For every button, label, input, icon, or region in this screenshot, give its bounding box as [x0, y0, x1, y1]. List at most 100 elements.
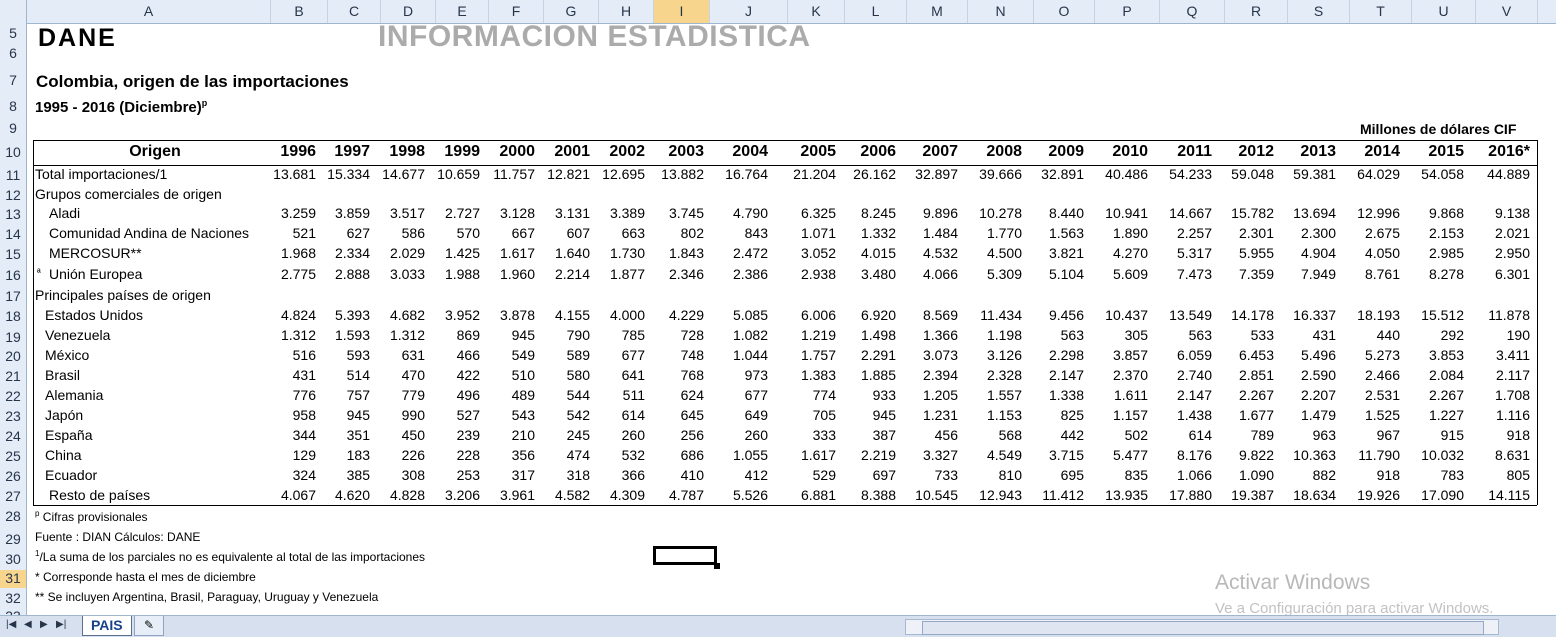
data-cell[interactable]: 4.904: [1276, 245, 1336, 261]
data-cell[interactable]: 39.666: [962, 166, 1022, 182]
data-cell[interactable]: 4.000: [585, 307, 645, 323]
data-cell[interactable]: 12.943: [962, 487, 1022, 503]
data-cell[interactable]: 1.988: [420, 266, 480, 282]
data-cell[interactable]: 6.301: [1470, 266, 1530, 282]
data-cell[interactable]: 183: [310, 447, 370, 463]
data-cell[interactable]: 385: [310, 467, 370, 483]
data-cell[interactable]: 366: [585, 467, 645, 483]
data-cell[interactable]: 16.764: [708, 166, 768, 182]
data-cell[interactable]: 2.950: [1470, 245, 1530, 261]
data-cell[interactable]: 6.881: [776, 487, 836, 503]
data-cell[interactable]: 6.325: [776, 205, 836, 221]
data-cell[interactable]: 10.437: [1088, 307, 1148, 323]
data-cell[interactable]: 5.273: [1340, 347, 1400, 363]
data-cell[interactable]: 13.694: [1276, 205, 1336, 221]
data-cell[interactable]: 15.782: [1214, 205, 1274, 221]
data-cell[interactable]: 1.055: [708, 447, 768, 463]
data-cell[interactable]: 1.227: [1404, 407, 1464, 423]
data-cell[interactable]: 1.593: [310, 327, 370, 343]
data-cell[interactable]: 1.338: [1024, 387, 1084, 403]
data-cell[interactable]: 474: [530, 447, 590, 463]
data-cell[interactable]: 12.996: [1340, 205, 1400, 221]
data-cell[interactable]: 4.229: [644, 307, 704, 323]
data-cell[interactable]: 11.412: [1024, 487, 1084, 503]
data-cell[interactable]: 9.138: [1470, 205, 1530, 221]
data-cell[interactable]: 6.006: [776, 307, 836, 323]
data-cell[interactable]: 305: [1088, 327, 1148, 343]
column-header-m[interactable]: M: [907, 0, 968, 23]
data-cell[interactable]: 8.761: [1340, 266, 1400, 282]
data-cell[interactable]: 13.882: [644, 166, 704, 182]
data-cell[interactable]: 768: [644, 367, 704, 383]
scrollbar-thumb[interactable]: [922, 621, 1484, 635]
data-cell[interactable]: 450: [365, 427, 425, 443]
data-cell[interactable]: 7.359: [1214, 266, 1274, 282]
prev-sheet-icon[interactable]: ◀: [24, 619, 32, 630]
data-cell[interactable]: 440: [1340, 327, 1400, 343]
data-cell[interactable]: 1.563: [1024, 225, 1084, 241]
data-cell[interactable]: 882: [1276, 467, 1336, 483]
last-sheet-icon[interactable]: ▶|: [56, 619, 66, 630]
data-cell[interactable]: 13.681: [256, 166, 316, 182]
data-cell[interactable]: 3.952: [420, 307, 480, 323]
data-cell[interactable]: 677: [708, 387, 768, 403]
data-cell[interactable]: 593: [310, 347, 370, 363]
data-cell[interactable]: 1.312: [256, 327, 316, 343]
data-cell[interactable]: 705: [776, 407, 836, 423]
data-cell[interactable]: 3.128: [475, 205, 535, 221]
data-cell[interactable]: 3.715: [1024, 447, 1084, 463]
data-cell[interactable]: 869: [420, 327, 480, 343]
data-cell[interactable]: 1.498: [836, 327, 896, 343]
data-cell[interactable]: 2.938: [776, 266, 836, 282]
data-cell[interactable]: 2.214: [530, 266, 590, 282]
data-cell[interactable]: 4.066: [898, 266, 958, 282]
data-cell[interactable]: 260: [585, 427, 645, 443]
data-cell[interactable]: 292: [1404, 327, 1464, 343]
column-header-v[interactable]: V: [1476, 0, 1538, 23]
data-cell[interactable]: 1.479: [1276, 407, 1336, 423]
data-cell[interactable]: 5.317: [1152, 245, 1212, 261]
data-cell[interactable]: 516: [256, 347, 316, 363]
data-cell[interactable]: 9.896: [898, 205, 958, 221]
data-cell[interactable]: 4.050: [1340, 245, 1400, 261]
data-cell[interactable]: 1.885: [836, 367, 896, 383]
data-cell[interactable]: 1.757: [776, 347, 836, 363]
column-header-c[interactable]: C: [328, 0, 381, 23]
data-cell[interactable]: 802: [644, 225, 704, 241]
data-cell[interactable]: 1.730: [585, 245, 645, 261]
data-cell[interactable]: 13.549: [1152, 307, 1212, 323]
data-cell[interactable]: 3.411: [1470, 347, 1530, 363]
data-cell[interactable]: 779: [365, 387, 425, 403]
data-cell[interactable]: 2.291: [836, 347, 896, 363]
data-cell[interactable]: 3.073: [898, 347, 958, 363]
data-cell[interactable]: 511: [585, 387, 645, 403]
data-cell[interactable]: 4.582: [530, 487, 590, 503]
data-cell[interactable]: 1.770: [962, 225, 1022, 241]
data-cell[interactable]: 1.116: [1470, 407, 1530, 423]
data-cell[interactable]: 695: [1024, 467, 1084, 483]
data-cell[interactable]: 1.071: [776, 225, 836, 241]
data-cell[interactable]: 6.453: [1214, 347, 1274, 363]
data-cell[interactable]: 1.438: [1152, 407, 1212, 423]
data-cell[interactable]: 843: [708, 225, 768, 241]
data-cell[interactable]: 2.386: [708, 266, 768, 282]
data-cell[interactable]: 410: [644, 467, 704, 483]
data-cell[interactable]: 2.021: [1470, 225, 1530, 241]
data-cell[interactable]: 308: [365, 467, 425, 483]
data-cell[interactable]: 1.708: [1470, 387, 1530, 403]
column-header-l[interactable]: L: [845, 0, 907, 23]
data-cell[interactable]: 2.740: [1152, 367, 1212, 383]
data-cell[interactable]: 18.193: [1340, 307, 1400, 323]
data-cell[interactable]: 2.147: [1024, 367, 1084, 383]
data-cell[interactable]: 1.205: [898, 387, 958, 403]
data-cell[interactable]: 2.328: [962, 367, 1022, 383]
data-cell[interactable]: 19.387: [1214, 487, 1274, 503]
data-cell[interactable]: 3.327: [898, 447, 958, 463]
data-cell[interactable]: 5.609: [1088, 266, 1148, 282]
data-cell[interactable]: 17.090: [1404, 487, 1464, 503]
data-cell[interactable]: 10.363: [1276, 447, 1336, 463]
data-cell[interactable]: 4.532: [898, 245, 958, 261]
data-cell[interactable]: 1.198: [962, 327, 1022, 343]
data-cell[interactable]: 990: [365, 407, 425, 423]
column-header-b[interactable]: B: [271, 0, 328, 23]
